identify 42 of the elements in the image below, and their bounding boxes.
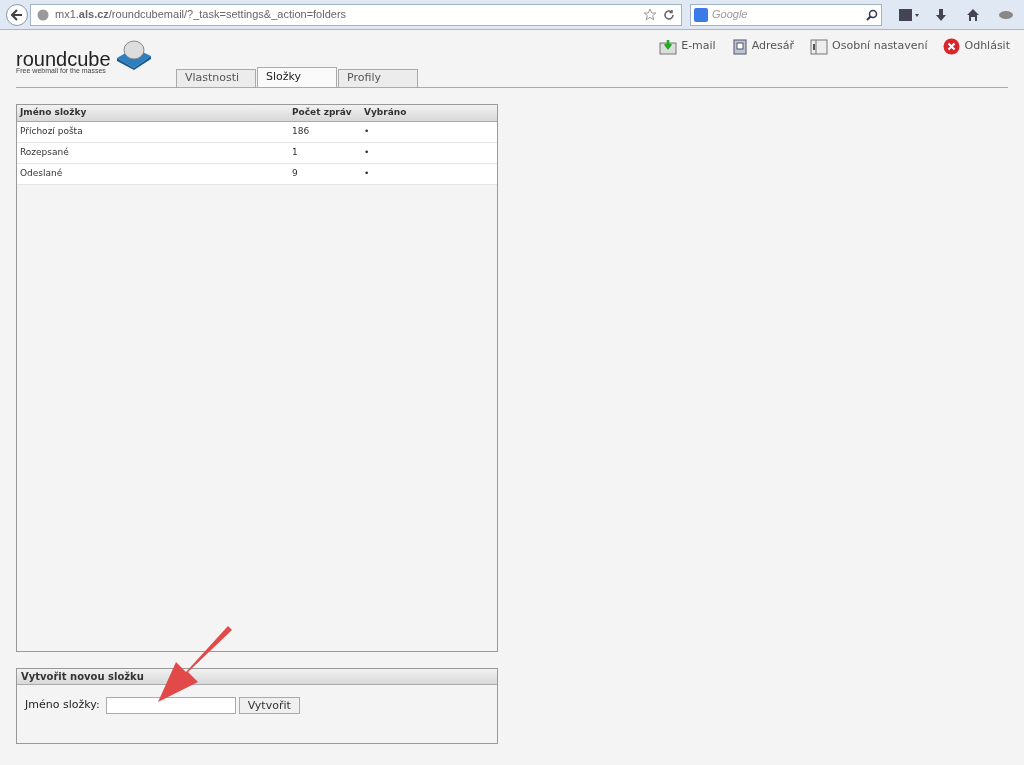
- nav-link[interactable]: E-mail: [659, 38, 716, 55]
- column-header: Počet zpráv: [289, 105, 361, 121]
- folder-name-input[interactable]: [105, 697, 236, 714]
- google-logo-icon: [694, 7, 708, 22]
- search-icon[interactable]: [866, 8, 878, 21]
- field-label: Jméno složky:: [25, 697, 100, 714]
- table-cell: 186: [289, 121, 361, 142]
- column-header: Jméno složky: [17, 105, 289, 121]
- address-book-icon: [731, 38, 748, 55]
- star-icon[interactable]: [643, 7, 657, 22]
- tab[interactable]: Profily: [338, 69, 418, 87]
- home-icon[interactable]: [966, 7, 980, 22]
- nav-link[interactable]: Osobní nastavení: [810, 38, 928, 55]
- back-arrow-icon: [11, 8, 23, 21]
- table-cell: •: [361, 163, 497, 184]
- close-icon: [943, 38, 961, 55]
- document-icon: [810, 38, 829, 55]
- inbox-download-icon: [659, 38, 678, 55]
- table-cell: 1: [289, 142, 361, 163]
- address-bar[interactable]: mx1.als.cz/roundcubemail/?_task=settings&_action=folders: [30, 3, 682, 26]
- nav-link[interactable]: Odhlásit: [943, 38, 1010, 55]
- table-cell: 9: [289, 163, 361, 184]
- reload-icon[interactable]: [663, 8, 675, 21]
- back-button[interactable]: [6, 3, 28, 26]
- table-cell: Odeslané: [17, 163, 289, 184]
- search-field[interactable]: Google: [690, 3, 882, 26]
- table-cell: •: [361, 142, 497, 163]
- table-cell: Rozepsané: [17, 142, 289, 163]
- create-button[interactable]: Vytvořit: [238, 697, 300, 714]
- nav-link[interactable]: Adresář: [731, 38, 795, 55]
- search-input[interactable]: Google: [712, 6, 862, 23]
- download-icon[interactable]: [934, 7, 948, 22]
- table-cell: •: [361, 121, 497, 142]
- panel-title: Vytvořit novou složku: [17, 669, 497, 685]
- url-text: mx1.als.cz/roundcubemail/?_task=settings&_action=folders: [55, 7, 348, 23]
- addon-icon[interactable]: [998, 8, 1014, 21]
- table-cell: Příchozí pošta: [17, 121, 289, 142]
- tab[interactable]: Vlastnosti: [176, 69, 256, 87]
- bookmark-icon[interactable]: [898, 7, 920, 22]
- column-header: Vybráno: [361, 105, 497, 121]
- tab[interactable]: Složky: [257, 67, 337, 87]
- cube-logo-icon: [114, 38, 153, 70]
